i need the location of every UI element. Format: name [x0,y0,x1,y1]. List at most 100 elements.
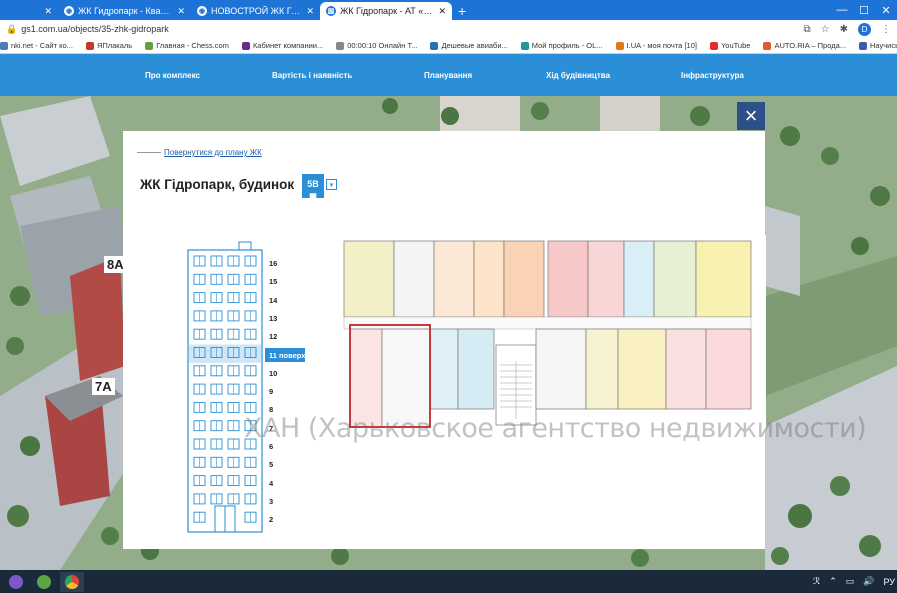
chevron-up-icon[interactable]: ⌃ [829,576,837,587]
app-icon[interactable] [32,572,56,592]
close-tab-icon[interactable]: ✕ [438,6,446,17]
lock-icon[interactable]: 🔒 [6,24,17,35]
bookmark-item[interactable]: I.UA - моя почта [10] [615,41,697,50]
volume-icon[interactable]: 🔊 [863,576,874,587]
nav-infrastructure[interactable]: Інфраструктура [681,71,744,80]
bookmark-item[interactable]: Кабинет компании... [241,41,324,50]
bookmark-item[interactable]: AUTO.RIA – Прода... [763,41,846,50]
minimize-icon[interactable]: — [831,4,853,16]
close-modal-button[interactable]: × [737,102,765,130]
bookmark-favicon-icon [85,41,94,50]
url-field[interactable]: gs1.com.ua/objects/35-zhk-gidropark [21,24,803,34]
bookmark-label: Главная - Chess.com [156,41,229,50]
address-bar: 🔒 gs1.com.ua/objects/35-zhk-gidropark ⧉ … [0,20,897,38]
tab-title: ЖК Гідропарк - АТ «Житлобуд [340,6,433,16]
site-favicon-icon: ◉ [64,6,74,16]
window-controls: — ☐ ✕ [831,0,897,20]
bookmark-label: Научись говорить... [870,41,897,50]
floor-label[interactable]: 3 [269,497,289,506]
chevron-down-icon[interactable]: ▾ [326,179,337,190]
floor-label[interactable]: 9 [269,387,289,396]
floor-plan[interactable] [336,235,766,430]
browser-tab[interactable]: ◉ ЖК Гидропарк - Квартиры в Ха ✕ [58,2,191,20]
close-tab-icon[interactable]: ✕ [306,6,314,17]
language-indicator[interactable]: РУ [883,577,895,587]
menu-icon[interactable]: ⋮ [881,24,891,35]
maximize-icon[interactable]: ☐ [853,4,875,17]
nav-about[interactable]: Про комплекс [145,71,200,80]
tab-title: ЖК Гидропарк - Квартиры в Ха [78,6,172,16]
page-title: ЖК Гідропарк, будинок [140,177,295,192]
bookmark-favicon-icon [859,41,868,50]
bookmark-item[interactable]: Дешевые авиаби... [430,41,508,50]
bookmark-favicon-icon [709,41,718,50]
bookmark-label: I.UA - моя почта [10] [626,41,697,50]
bookmark-label: Кабинет компании... [252,41,324,50]
building-badge[interactable]: 5В [302,174,324,198]
browser-tabstrip: ✕ ◉ ЖК Гидропарк - Квартиры в Ха ✕ ◉ НОВОСТ… [0,0,897,20]
close-tab-icon[interactable]: ✕ [177,6,185,17]
nav-prices[interactable]: Вартість і наявність [272,71,352,80]
bookmark-item[interactable]: Научись говорить... [859,41,897,50]
bookmark-item[interactable]: ЯПлакаль [85,41,133,50]
floor-label[interactable]: 16 [269,259,289,268]
building-label: 7А [92,378,115,395]
floor-label[interactable]: 4 [269,479,289,488]
browser-tab[interactable]: ◉ НОВОСТРОЙ ЖК Гидропарк! Пр ✕ [191,2,320,20]
bookmark-favicon-icon [615,41,624,50]
building-number: 5В [307,179,319,189]
tab-title: НОВОСТРОЙ ЖК Гидропарк! Пр [211,6,302,16]
back-to-complex-link[interactable]: Повернутися до плану ЖК [164,148,262,157]
floor-label[interactable]: 2 [269,515,289,524]
bookmarks-bar: nki.net - Сайт ко... ЯПлакаль Главная - Ch… [0,38,897,54]
bookmark-label: ЯПлакаль [96,41,133,50]
bookmark-favicon-icon [430,41,439,50]
building-favicon-icon: ▥ [326,6,336,16]
building-facade [187,241,263,533]
battery-icon[interactable]: ▭ [846,576,855,587]
bookmark-star-icon[interactable]: ☆ [821,24,830,35]
bookmark-item[interactable]: Мой профиль - OL... [520,41,603,50]
bookmark-item[interactable]: YouTube [709,41,751,50]
chrome-icon[interactable] [60,571,84,592]
close-tab-icon[interactable]: ✕ [44,6,52,17]
bookmark-favicon-icon [0,41,8,50]
floor-label[interactable]: 5 [269,460,289,469]
profile-avatar[interactable]: D [858,22,871,36]
nav-construction[interactable]: Хід будівництва [546,71,610,80]
os-taskbar: ℛ ⌃ ▭ 🔊 РУ [0,570,897,593]
new-tab-button[interactable]: + [452,3,472,20]
bookmark-favicon-icon [145,41,154,50]
translate-icon[interactable]: ⧉ [804,24,811,35]
floor-plan-modal: Повернутися до плану ЖК ЖК Гідропарк, бу… [123,131,867,549]
bookmark-favicon-icon [520,41,529,50]
floor-11-selected[interactable]: 11 поверх [265,348,305,362]
watermark-text: ХАН (Харьковское агентство недвижимости) [244,413,867,444]
bookmark-item[interactable]: 00:00:10 Онлайн Т... [336,41,417,50]
floor-label[interactable]: 14 [269,296,289,305]
tray-item[interactable]: ℛ [813,576,820,587]
floor-label[interactable]: 13 [269,314,289,323]
bookmark-favicon-icon [336,41,345,50]
bookmark-label: YouTube [720,41,751,50]
system-tray: ℛ ⌃ ▭ 🔊 РУ [813,576,897,587]
site-nav: Про комплекс Вартість і наявність Планув… [0,54,897,96]
nav-layouts[interactable]: Планування [424,71,472,80]
browser-tab-active[interactable]: ▥ ЖК Гідропарк - АТ «Житлобуд ✕ [320,2,452,20]
bookmark-label: Дешевые авиаби... [441,41,508,50]
bookmark-label: Мой профиль - OL... [531,41,603,50]
extensions-icon[interactable]: ✱ [840,24,848,35]
viber-icon[interactable] [4,572,28,592]
bookmark-label: AUTO.RIA – Прода... [774,41,847,50]
floor-label[interactable]: 12 [269,332,289,341]
bookmark-item[interactable]: nki.net - Сайт ко... [0,41,73,50]
floor-label[interactable]: 10 [269,369,289,378]
close-window-icon[interactable]: ✕ [875,4,897,17]
bookmark-favicon-icon [241,41,250,50]
browser-tab[interactable]: ✕ [0,2,58,20]
bookmark-label: 00:00:10 Онлайн Т... [347,41,418,50]
site-favicon-icon: ◉ [197,6,207,16]
back-link-rule [137,152,161,153]
bookmark-item[interactable]: Главная - Chess.com [145,41,229,50]
floor-label[interactable]: 15 [269,277,289,286]
